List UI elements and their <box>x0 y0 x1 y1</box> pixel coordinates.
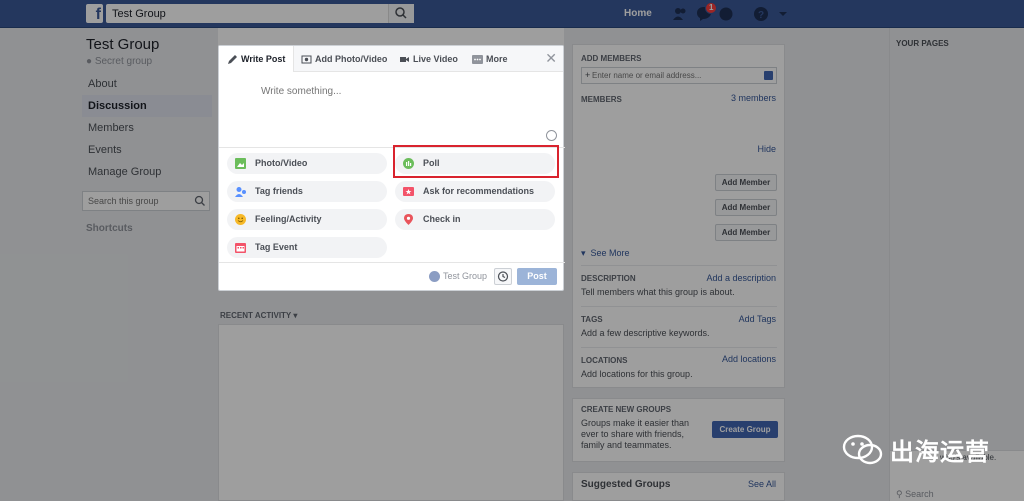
more-dots-icon <box>472 55 483 65</box>
option-ask-recommendations[interactable]: Ask for recommendations <box>395 181 555 202</box>
audience-label: Test Group <box>443 271 488 281</box>
option-photo-video[interactable]: Photo/Video <box>227 153 387 174</box>
option-ask-recommendations-label: Ask for recommendations <box>423 186 535 196</box>
composer-body <box>219 72 563 146</box>
smiley-icon <box>235 214 246 225</box>
compose-dialog: Write Post Add Photo/Video Live Video Mo… <box>218 45 565 291</box>
video-camera-icon <box>400 57 409 63</box>
photo-icon <box>235 158 246 169</box>
poll-highlight-box <box>393 145 559 178</box>
option-feeling-label: Feeling/Activity <box>255 214 322 224</box>
audience-selector[interactable]: Test Group <box>429 271 488 283</box>
map-pin-icon <box>404 214 413 225</box>
option-check-in-label: Check in <box>423 214 461 224</box>
option-check-in[interactable]: Check in <box>395 209 555 230</box>
tab-live-video[interactable]: Live Video <box>399 46 458 72</box>
watermark-text: 出海运营 <box>890 439 990 466</box>
emoji-icon[interactable] <box>546 130 557 141</box>
tab-add-photo-label: Add Photo/Video <box>315 54 388 64</box>
watermark: 出海运营 <box>842 432 990 467</box>
pencil-icon <box>228 55 237 65</box>
schedule-button[interactable] <box>494 268 512 285</box>
option-tag-friends-label: Tag friends <box>255 186 303 196</box>
tag-friends-icon <box>235 187 246 197</box>
option-tag-event[interactable]: Tag Event <box>227 237 387 258</box>
tab-more[interactable]: More <box>472 46 508 72</box>
option-feeling-activity[interactable]: Feeling/Activity <box>227 209 387 230</box>
post-text-input[interactable] <box>261 86 531 126</box>
tab-write-post-label: Write Post <box>241 54 286 64</box>
post-button[interactable]: Post <box>517 268 557 285</box>
wechat-logo-icon <box>842 434 883 464</box>
recommendation-icon <box>403 187 414 196</box>
option-tag-event-label: Tag Event <box>255 242 298 252</box>
tab-more-label: More <box>486 54 508 64</box>
tab-write-post[interactable]: Write Post <box>219 46 295 72</box>
photo-icon <box>301 55 312 64</box>
clock-icon <box>497 271 509 282</box>
tab-add-photo-video[interactable]: Add Photo/Video <box>301 46 387 72</box>
composer-footer: Test Group Post <box>219 262 565 290</box>
close-icon[interactable]: ✕ <box>545 51 557 65</box>
option-photo-video-label: Photo/Video <box>255 158 308 168</box>
option-tag-friends[interactable]: Tag friends <box>227 181 387 202</box>
calendar-icon <box>235 243 246 253</box>
group-avatar-icon <box>429 271 440 283</box>
composer-tabs: Write Post Add Photo/Video Live Video Mo… <box>219 46 563 72</box>
tab-live-video-label: Live Video <box>413 54 458 64</box>
